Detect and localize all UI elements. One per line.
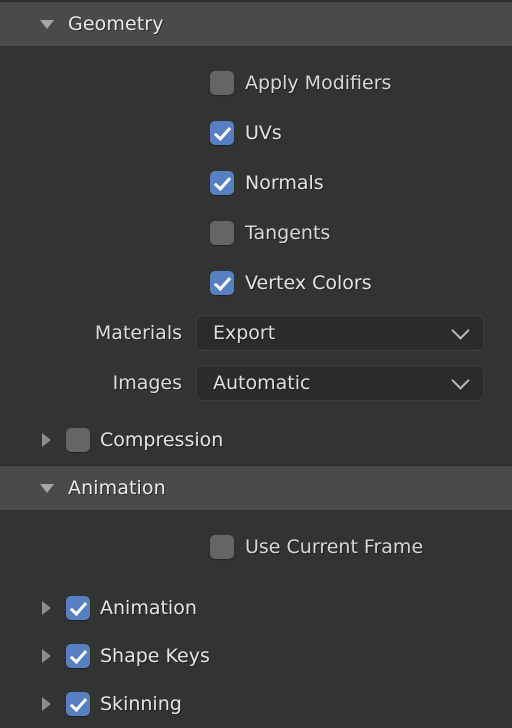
- triangle-right-icon[interactable]: [42, 697, 51, 711]
- export-settings-panel: Geometry Apply Modifiers UVs Normals Tan…: [0, 0, 512, 728]
- checkbox-label-use-current-frame: Use Current Frame: [245, 536, 424, 558]
- dropdown-value-images: Automatic: [213, 372, 311, 394]
- checkbox-label-uvs: UVs: [245, 122, 282, 144]
- checkbox-row-vertex-colors[interactable]: Vertex Colors: [0, 258, 512, 308]
- checkbox-use-current-frame[interactable]: [210, 535, 234, 559]
- property-row-images: Images Automatic: [0, 358, 512, 408]
- checkbox-tangents[interactable]: [210, 221, 234, 245]
- chevron-down-icon: [451, 321, 470, 340]
- checkbox-label-normals: Normals: [245, 172, 324, 194]
- checkbox-row-use-current-frame[interactable]: Use Current Frame: [0, 522, 512, 572]
- triangle-down-icon: [40, 19, 54, 29]
- checkbox-apply-modifiers[interactable]: [210, 71, 234, 95]
- section-title-geometry: Geometry: [68, 13, 164, 35]
- dropdown-value-materials: Export: [213, 322, 276, 344]
- checkbox-animation[interactable]: [66, 596, 90, 620]
- subpanel-label-skinning: Skinning: [100, 693, 182, 715]
- subpanel-label-animation: Animation: [100, 597, 197, 619]
- checkbox-compression[interactable]: [66, 428, 90, 452]
- checkbox-skinning[interactable]: [66, 692, 90, 716]
- property-row-materials: Materials Export: [0, 308, 512, 358]
- subpanel-row-animation[interactable]: Animation: [0, 584, 512, 632]
- triangle-right-icon[interactable]: [42, 601, 51, 615]
- checkbox-normals[interactable]: [210, 171, 234, 195]
- section-header-animation[interactable]: Animation: [0, 464, 512, 510]
- chevron-down-icon: [451, 371, 470, 390]
- checkbox-label-apply-modifiers: Apply Modifiers: [245, 72, 392, 94]
- checkbox-uvs[interactable]: [210, 121, 234, 145]
- triangle-right-icon[interactable]: [42, 649, 51, 663]
- checkbox-row-normals[interactable]: Normals: [0, 158, 512, 208]
- subpanel-row-compression[interactable]: Compression: [0, 416, 512, 464]
- checkbox-vertex-colors[interactable]: [210, 271, 234, 295]
- property-label-images: Images: [112, 372, 182, 394]
- checkbox-label-tangents: Tangents: [245, 222, 331, 244]
- property-label-materials: Materials: [94, 322, 182, 344]
- geometry-body: Apply Modifiers UVs Normals Tangents Ver…: [0, 46, 512, 464]
- subpanel-label-shape-keys: Shape Keys: [100, 645, 210, 667]
- triangle-right-icon[interactable]: [42, 433, 51, 447]
- checkbox-row-tangents[interactable]: Tangents: [0, 208, 512, 258]
- checkbox-row-uvs[interactable]: UVs: [0, 108, 512, 158]
- checkbox-row-apply-modifiers[interactable]: Apply Modifiers: [0, 58, 512, 108]
- dropdown-images[interactable]: Automatic: [196, 365, 484, 401]
- checkbox-shape-keys[interactable]: [66, 644, 90, 668]
- subpanel-row-skinning[interactable]: Skinning: [0, 680, 512, 728]
- dropdown-materials[interactable]: Export: [196, 315, 484, 351]
- animation-body: Use Current Frame Animation Shape Keys S…: [0, 510, 512, 728]
- subpanel-row-shape-keys[interactable]: Shape Keys: [0, 632, 512, 680]
- checkbox-label-vertex-colors: Vertex Colors: [245, 272, 372, 294]
- section-header-geometry[interactable]: Geometry: [0, 0, 512, 46]
- subpanel-label-compression: Compression: [100, 429, 224, 451]
- triangle-down-icon: [40, 483, 54, 493]
- section-title-animation: Animation: [68, 477, 166, 499]
